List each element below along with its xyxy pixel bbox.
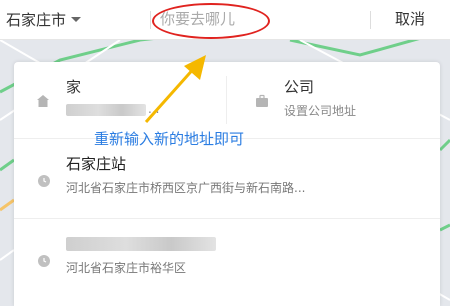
cancel-button[interactable]: 取消 — [395, 7, 425, 31]
home-title: 家 — [66, 78, 82, 96]
chevron-down-icon — [71, 16, 82, 22]
quick-addresses: 家 ... 公司 设置公司地址 — [14, 62, 440, 138]
clock-icon — [38, 175, 50, 187]
history-item[interactable]: 石家庄站 河北省石家庄市桥西区京广西街与新石南路... — [14, 138, 440, 218]
annotation-arrow — [144, 55, 206, 123]
history-address: 河北省石家庄市桥西区京广西街与新石南路... — [66, 181, 306, 195]
annotation-circle — [152, 3, 270, 39]
history-title: 石家庄站 — [66, 155, 127, 173]
home-address-redacted — [66, 104, 146, 116]
company-sub: 设置公司地址 — [284, 104, 357, 118]
history-title-redacted — [66, 237, 216, 251]
company-shortcut[interactable]: 公司 设置公司地址 — [227, 62, 440, 138]
clock-icon — [38, 255, 50, 267]
city-selector[interactable]: 石家庄市 — [6, 7, 82, 31]
divider — [370, 11, 371, 29]
briefcase-icon — [256, 94, 268, 107]
home-icon — [37, 95, 49, 107]
divider — [150, 11, 151, 29]
history-address: 河北省石家庄市裕华区 — [66, 261, 187, 275]
city-label: 石家庄市 — [6, 10, 67, 29]
company-title: 公司 — [284, 78, 315, 96]
annotation-text: 重新输入新的地址即可 — [94, 130, 245, 148]
suggestion-panel: 家 ... 公司 设置公司地址 石家庄站 河北省石家庄市桥西区京广西街与新石南路… — [14, 62, 440, 306]
history-item[interactable]: 河北省石家庄市裕华区 — [14, 218, 440, 298]
